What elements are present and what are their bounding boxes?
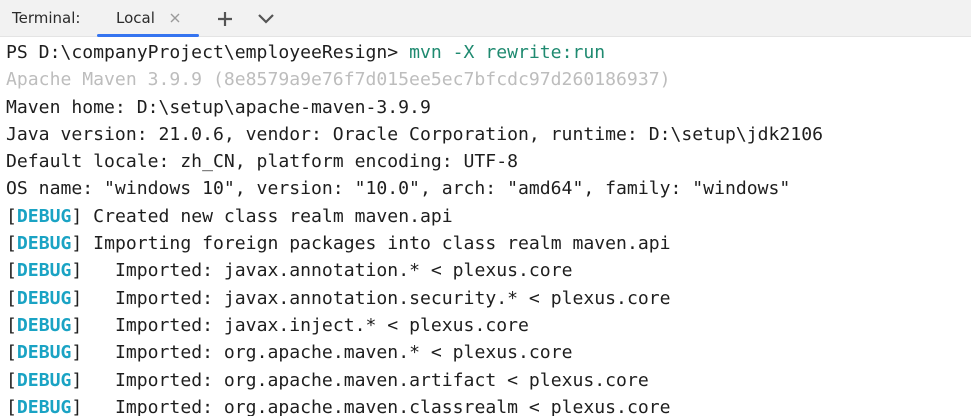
debug-tag: DEBUG: [16, 369, 72, 391]
debug-message: Importing foreign packages into class re…: [82, 233, 671, 255]
debug-message: Imported: javax.annotation.security.* < …: [82, 287, 671, 309]
debug-tag: DEBUG: [16, 396, 72, 416]
terminal-title: Terminal:: [12, 9, 81, 27]
debug-tag: DEBUG: [16, 342, 72, 364]
terminal-tool-window-header: Terminal: Local: [0, 0, 971, 37]
debug-line: [DEBUG] Imported: javax.annotation.* < p…: [6, 260, 573, 282]
output-line: OS name: "windows 10", version: "10.0", …: [6, 178, 791, 200]
debug-message: Imported: org.apache.maven.classrealm < …: [82, 396, 671, 416]
close-icon[interactable]: [168, 11, 182, 25]
output-line: Default locale: zh_CN, platform encoding…: [6, 151, 518, 173]
debug-tag: DEBUG: [16, 260, 72, 282]
terminal-output[interactable]: PS D:\companyProject\employeeResign> mvn…: [0, 38, 971, 416]
tab-local[interactable]: Local: [97, 0, 199, 37]
command-line: PS D:\companyProject\employeeResign> mvn…: [0, 39, 971, 66]
debug-message: Imported: org.apache.maven.artifact < pl…: [82, 369, 649, 391]
tab-label: Local: [116, 9, 155, 27]
output-line: Java version: 21.0.6, vendor: Oracle Cor…: [6, 123, 824, 145]
debug-line: [DEBUG] Imported: javax.inject.* < plexu…: [6, 314, 529, 336]
active-tab-indicator: [97, 34, 199, 37]
chevron-down-icon[interactable]: [256, 9, 276, 29]
debug-line: [DEBUG] Imported: org.apache.maven.class…: [6, 396, 671, 416]
debug-tag: DEBUG: [16, 287, 72, 309]
debug-message: Imported: javax.inject.* < plexus.core: [82, 314, 529, 336]
debug-message: Created new class realm maven.api: [82, 205, 453, 227]
debug-message: Imported: javax.annotation.* < plexus.co…: [82, 260, 573, 282]
command-text: mvn -X rewrite:run: [409, 42, 606, 63]
output-line: Apache Maven 3.9.9 (8e8579a9e76f7d015ee5…: [6, 69, 671, 91]
plus-icon[interactable]: [215, 9, 235, 29]
prompt: PS D:\companyProject\employeeResign>: [6, 42, 410, 63]
debug-line: [DEBUG] Imported: org.apache.maven.* < p…: [6, 342, 573, 364]
debug-line: [DEBUG] Imported: org.apache.maven.artif…: [6, 369, 649, 391]
debug-tag: DEBUG: [16, 205, 72, 227]
debug-message: Imported: org.apache.maven.* < plexus.co…: [82, 342, 573, 364]
debug-line: [DEBUG] Importing foreign packages into …: [6, 233, 671, 255]
debug-tag: DEBUG: [16, 233, 72, 255]
debug-line: [DEBUG] Imported: javax.annotation.secur…: [6, 287, 671, 309]
output-line: Maven home: D:\setup\apache-maven-3.9.9: [6, 96, 431, 118]
debug-line: [DEBUG] Created new class realm maven.ap…: [6, 205, 453, 227]
debug-tag: DEBUG: [16, 314, 72, 336]
